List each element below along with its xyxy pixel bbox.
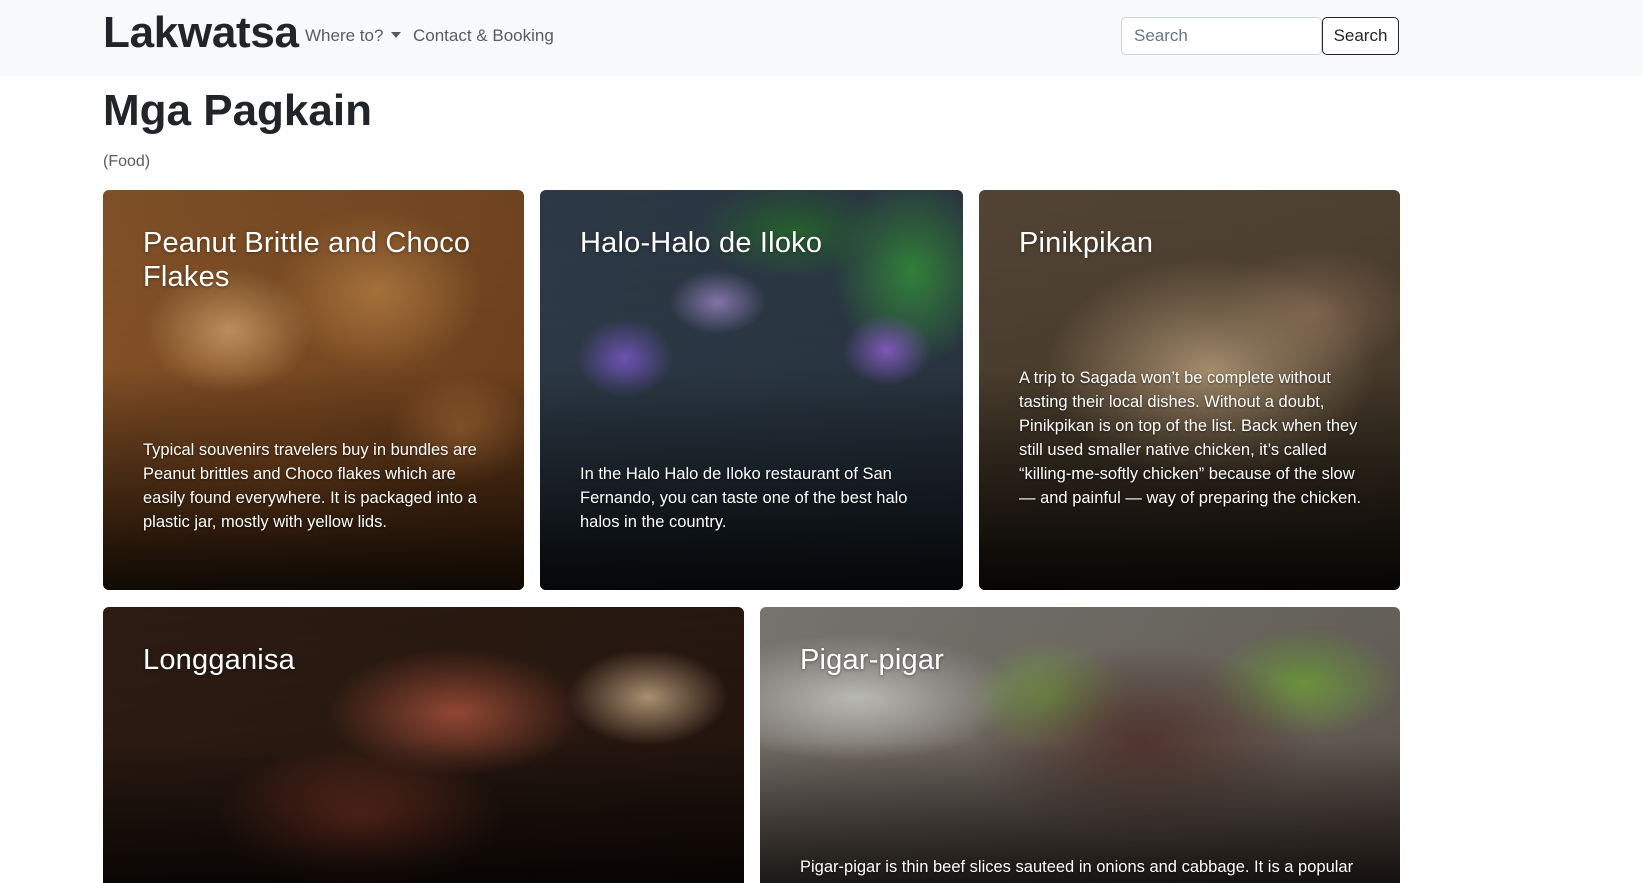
search-button[interactable]: Search <box>1322 17 1399 55</box>
card-text: Pigar-pigar is thin beef slices sauteed … <box>800 858 1354 876</box>
card-title: Longganisa <box>143 644 295 676</box>
food-card-peanut-brittle[interactable]: Peanut Brittle and Choco Flakes Typical … <box>103 190 524 590</box>
card-title: Pigar-pigar <box>800 644 945 676</box>
card-text: In the Halo Halo de Iloko restaurant of … <box>580 465 908 531</box>
where-to-dropdown[interactable]: Where to? <box>305 25 402 47</box>
card-title: Halo-Halo de Iloko <box>580 227 823 259</box>
food-card-halo-halo[interactable]: Halo-Halo de Iloko In the Halo Halo de I… <box>540 190 963 590</box>
card-title: Pinikpikan <box>1019 227 1154 259</box>
page-subtitle: (Food) <box>103 153 151 170</box>
food-card-pinikpikan[interactable]: Pinikpikan A trip to Sagada won’t be com… <box>979 190 1400 590</box>
card-title: Peanut Brittle and Choco Flakes <box>143 227 471 293</box>
where-to-label: Where to? <box>305 26 384 45</box>
brand-logo-link[interactable]: Lakwatsa <box>103 6 299 60</box>
nav-contact-booking[interactable]: Contact & Booking <box>413 25 554 47</box>
card-text: Typical souvenirs travelers buy in bundl… <box>143 441 477 531</box>
page-title: Mga Pagkain <box>103 86 372 135</box>
caret-down-icon <box>391 32 402 38</box>
search-input[interactable] <box>1121 17 1322 55</box>
food-card-pigar-pigar[interactable]: Pigar-pigar Pigar-pigar is thin beef sli… <box>760 607 1400 883</box>
card-text: A trip to Sagada won’t be complete witho… <box>1019 369 1362 507</box>
food-card-longganisa[interactable]: Longganisa <box>103 607 744 883</box>
navbar: Lakwatsa Where to? Contact & Booking Sea… <box>0 0 1643 76</box>
